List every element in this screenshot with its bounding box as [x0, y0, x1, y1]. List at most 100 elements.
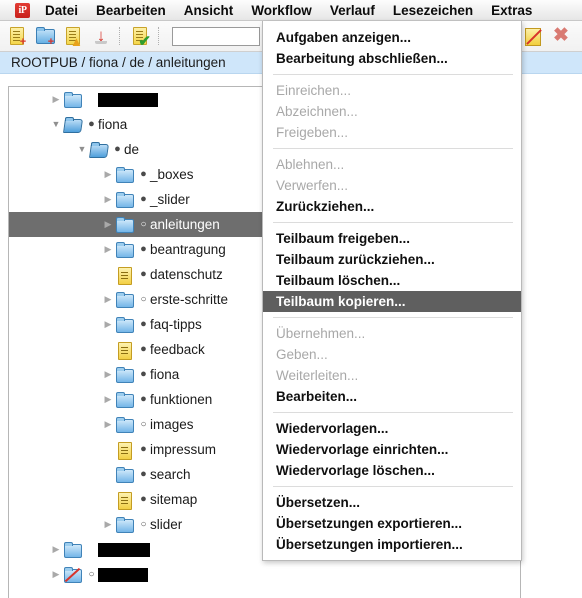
folder-icon [115, 416, 134, 433]
new-folder-icon[interactable]: + [34, 25, 56, 48]
status-marker: ● [140, 193, 147, 205]
status-marker: ● [140, 268, 147, 280]
tree-row[interactable]: ▶ ○ [9, 562, 520, 587]
menu-item-zurückziehen[interactable]: Zurückziehen... [263, 196, 521, 217]
chevron-right-icon[interactable]: ▶ [101, 312, 115, 337]
menu-item-aufgaben-anzeigen[interactable]: Aufgaben anzeigen... [263, 27, 521, 48]
menu-bar-item-workflow[interactable]: Workflow [242, 1, 321, 20]
folder-icon [115, 516, 134, 533]
tree-item-label: fiona [98, 117, 128, 132]
menu-item-teilbaum-freigeben[interactable]: Teilbaum freigeben... [263, 228, 521, 249]
menu-separator [273, 486, 513, 487]
chevron-right-icon[interactable]: ▶ [101, 237, 115, 262]
status-marker: ● [140, 468, 147, 480]
status-marker: ○ [140, 219, 147, 230]
redacted-label [98, 92, 158, 107]
menu-item-teilbaum-löschen[interactable]: Teilbaum löschen... [263, 270, 521, 291]
toolbar-separator-2 [158, 27, 160, 45]
menu-item-teilbaum-kopieren[interactable]: Teilbaum kopieren... [263, 291, 521, 312]
menu-item-übersetzungen-exportieren[interactable]: Übersetzungen exportieren... [263, 513, 521, 534]
folder-icon [115, 466, 134, 483]
folder-icon [115, 216, 134, 233]
menu-item-übersetzungen-importieren[interactable]: Übersetzungen importieren... [263, 534, 521, 555]
tree-item-label: feedback [150, 342, 205, 357]
menu-separator [273, 148, 513, 149]
document-icon [115, 491, 134, 510]
menu-separator [273, 317, 513, 318]
folder-icon [115, 316, 134, 333]
chevron-right-icon[interactable]: ▶ [101, 512, 115, 537]
chevron-right-icon[interactable]: ▶ [101, 412, 115, 437]
folder-icon [63, 541, 82, 558]
menu-item-übernehmen: Übernehmen... [276, 326, 366, 341]
status-marker: ○ [140, 419, 147, 430]
menu-item-weiterleiten: Weiterleiten... [276, 368, 359, 383]
folder-open-icon [63, 117, 83, 133]
menu-item-teilbaum-zurückziehen[interactable]: Teilbaum zurückziehen... [263, 249, 521, 270]
menu-bar-item-bearbeiten[interactable]: Bearbeiten [87, 1, 175, 20]
chevron-right-icon[interactable]: ▶ [101, 362, 115, 387]
menu-separator [273, 412, 513, 413]
folder-open-icon [89, 142, 109, 158]
workflow-dropdown-menu[interactable]: Aufgaben anzeigen... Bearbeitung abschlie… [262, 21, 522, 561]
menu-separator [273, 222, 513, 223]
chevron-right-icon[interactable]: ▶ [101, 187, 115, 212]
status-marker: ● [140, 318, 147, 330]
menu-item-bearbeitung-abschließen[interactable]: Bearbeitung abschließen... [263, 48, 521, 69]
status-marker: ● [88, 118, 95, 130]
chevron-right-icon[interactable]: ▶ [49, 562, 63, 587]
status-marker: ○ [140, 294, 147, 305]
status-marker: ○ [140, 519, 147, 530]
download-icon[interactable]: ↓ [90, 25, 112, 47]
chevron-right-icon[interactable]: ▶ [101, 162, 115, 187]
menu-item-abzeichnen: Abzeichnen... [276, 104, 358, 119]
menu-bar-item-extras[interactable]: Extras [482, 1, 541, 20]
folder-icon [115, 391, 134, 408]
status-marker: ● [140, 493, 147, 505]
menu-item-wiedervorlage-löschen[interactable]: Wiedervorlage löschen... [263, 460, 521, 481]
redacted-label [98, 542, 150, 557]
tree-item-label: sitemap [150, 492, 198, 507]
tree-item-label: funktionen [150, 392, 213, 407]
document-icon [115, 341, 134, 360]
menu-bar-item-datei[interactable]: Datei [36, 1, 87, 20]
menu-item-übersetzen[interactable]: Übersetzen... [263, 492, 521, 513]
status-marker: ● [114, 143, 121, 155]
menu-bar-item-verlauf[interactable]: Verlauf [321, 1, 384, 20]
new-document-icon[interactable]: + [6, 25, 28, 48]
edit-disabled-icon[interactable] [522, 25, 544, 47]
chevron-right-icon[interactable]: ▶ [101, 212, 115, 237]
menu-item-freigeben: Freigeben... [276, 125, 349, 140]
tree-item-label: erste-schritte [150, 292, 229, 307]
menu-bar-item-lesezeichen[interactable]: Lesezeichen [384, 1, 482, 20]
status-marker: ● [140, 343, 147, 355]
menu-item-wiedervorlage-einrichten[interactable]: Wiedervorlage einrichten... [263, 439, 521, 460]
menu-bar: iP Datei Bearbeiten Ansicht Workflow Verlauf… [0, 0, 582, 21]
upload-document-icon[interactable]: ▲ [62, 25, 84, 48]
menu-item-wiedervorlagen[interactable]: Wiedervorlagen... [263, 418, 521, 439]
chevron-right-icon[interactable]: ▶ [49, 87, 63, 112]
menu-item-geben: Geben... [276, 347, 328, 362]
menu-bar-item-ansicht[interactable]: Ansicht [175, 1, 243, 20]
folder-icon [115, 241, 134, 258]
close-icon[interactable]: ✖ [550, 25, 572, 47]
search-input[interactable] [172, 26, 260, 46]
document-icon [115, 441, 134, 460]
chevron-down-icon[interactable]: ▼ [49, 112, 63, 137]
chevron-right-icon[interactable]: ▶ [101, 287, 115, 312]
tree-item-label: _boxes [150, 167, 194, 182]
tree-item-label: anleitungen [150, 217, 220, 232]
app-logo-icon: iP [15, 2, 30, 18]
chevron-right-icon[interactable]: ▶ [101, 387, 115, 412]
tree-item-label: fiona [150, 367, 180, 382]
chevron-right-icon[interactable]: ▶ [49, 537, 63, 562]
document-icon [115, 266, 134, 285]
tree-item-label: datenschutz [150, 267, 223, 282]
status-marker: ● [140, 443, 147, 455]
menu-item-einreichen: Einreichen... [276, 83, 352, 98]
tree-item-label: search [150, 467, 191, 482]
approve-document-icon[interactable]: ✔ [129, 25, 151, 49]
chevron-down-icon[interactable]: ▼ [75, 137, 89, 162]
menu-item-bearbeiten[interactable]: Bearbeiten... [263, 386, 521, 407]
menu-bar-items: Datei Bearbeiten Ansicht Workflow Verlauf Les… [36, 1, 541, 20]
